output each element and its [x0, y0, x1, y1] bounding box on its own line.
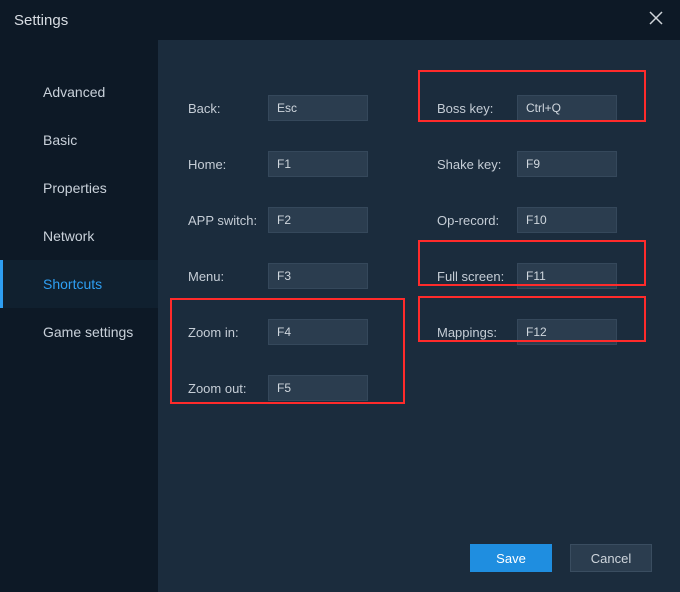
- shortcut-zoom-in: Zoom in: F4: [170, 319, 419, 345]
- sidebar-item-basic[interactable]: Basic: [0, 116, 158, 164]
- shortcut-rows: Back: Esc Boss key: Ctrl+Q Home: F1 Shak…: [158, 80, 680, 416]
- sidebar: Advanced Basic Properties Network Shortc…: [0, 40, 158, 592]
- content-panel: Back: Esc Boss key: Ctrl+Q Home: F1 Shak…: [158, 40, 680, 592]
- sidebar-item-label: Shortcuts: [43, 276, 102, 292]
- shortcut-label: Zoom in:: [170, 325, 268, 340]
- close-button[interactable]: [644, 8, 668, 32]
- shortcut-row: Back: Esc Boss key: Ctrl+Q: [170, 80, 668, 136]
- sidebar-item-shortcuts[interactable]: Shortcuts: [0, 260, 158, 308]
- shortcut-shake-key: Shake key: F9: [419, 151, 668, 177]
- shortcut-label: Op-record:: [419, 213, 517, 228]
- shortcut-menu-input[interactable]: F3: [268, 263, 368, 289]
- shortcut-label: Back:: [170, 101, 268, 116]
- shortcut-full-screen-input[interactable]: F11: [517, 263, 617, 289]
- shortcut-boss-key: Boss key: Ctrl+Q: [419, 95, 668, 121]
- shortcut-row: Home: F1 Shake key: F9: [170, 136, 668, 192]
- shortcut-zoom-in-input[interactable]: F4: [268, 319, 368, 345]
- body-area: Advanced Basic Properties Network Shortc…: [0, 40, 680, 592]
- sidebar-item-label: Network: [43, 228, 94, 244]
- shortcut-label: Shake key:: [419, 157, 517, 172]
- sidebar-item-label: Game settings: [43, 324, 133, 340]
- shortcut-row: Menu: F3 Full screen: F11: [170, 248, 668, 304]
- sidebar-item-game-settings[interactable]: Game settings: [0, 308, 158, 356]
- shortcut-full-screen: Full screen: F11: [419, 263, 668, 289]
- shortcut-label: Full screen:: [419, 269, 517, 284]
- titlebar: Settings: [0, 0, 680, 40]
- shortcut-row: Zoom out: F5: [170, 360, 668, 416]
- save-button[interactable]: Save: [470, 544, 552, 572]
- shortcut-label: Home:: [170, 157, 268, 172]
- sidebar-item-label: Advanced: [43, 84, 105, 100]
- shortcut-back-input[interactable]: Esc: [268, 95, 368, 121]
- shortcut-op-record: Op-record: F10: [419, 207, 668, 233]
- shortcut-app-switch-input[interactable]: F2: [268, 207, 368, 233]
- cancel-button[interactable]: Cancel: [570, 544, 652, 572]
- shortcut-zoom-out-input[interactable]: F5: [268, 375, 368, 401]
- shortcut-label: APP switch:: [170, 213, 268, 228]
- sidebar-item-properties[interactable]: Properties: [0, 164, 158, 212]
- shortcut-mappings-input[interactable]: F12: [517, 319, 617, 345]
- sidebar-item-label: Basic: [43, 132, 77, 148]
- close-icon: [649, 11, 663, 30]
- shortcut-back: Back: Esc: [170, 95, 419, 121]
- shortcut-label: Mappings:: [419, 325, 517, 340]
- shortcut-app-switch: APP switch: F2: [170, 207, 419, 233]
- footer-buttons: Save Cancel: [470, 544, 652, 572]
- shortcut-boss-key-input[interactable]: Ctrl+Q: [517, 95, 617, 121]
- shortcut-op-record-input[interactable]: F10: [517, 207, 617, 233]
- shortcut-zoom-out: Zoom out: F5: [170, 375, 419, 401]
- settings-window: Settings Advanced Basic Properties Netwo…: [0, 0, 680, 592]
- shortcut-row: APP switch: F2 Op-record: F10: [170, 192, 668, 248]
- shortcut-label: Boss key:: [419, 101, 517, 116]
- window-title: Settings: [14, 12, 68, 29]
- shortcut-label: Menu:: [170, 269, 268, 284]
- shortcut-shake-key-input[interactable]: F9: [517, 151, 617, 177]
- shortcut-label: Zoom out:: [170, 381, 268, 396]
- shortcut-home: Home: F1: [170, 151, 419, 177]
- sidebar-item-label: Properties: [43, 180, 107, 196]
- shortcut-mappings: Mappings: F12: [419, 319, 668, 345]
- sidebar-item-network[interactable]: Network: [0, 212, 158, 260]
- shortcut-menu: Menu: F3: [170, 263, 419, 289]
- shortcut-home-input[interactable]: F1: [268, 151, 368, 177]
- sidebar-item-advanced[interactable]: Advanced: [0, 68, 158, 116]
- shortcut-row: Zoom in: F4 Mappings: F12: [170, 304, 668, 360]
